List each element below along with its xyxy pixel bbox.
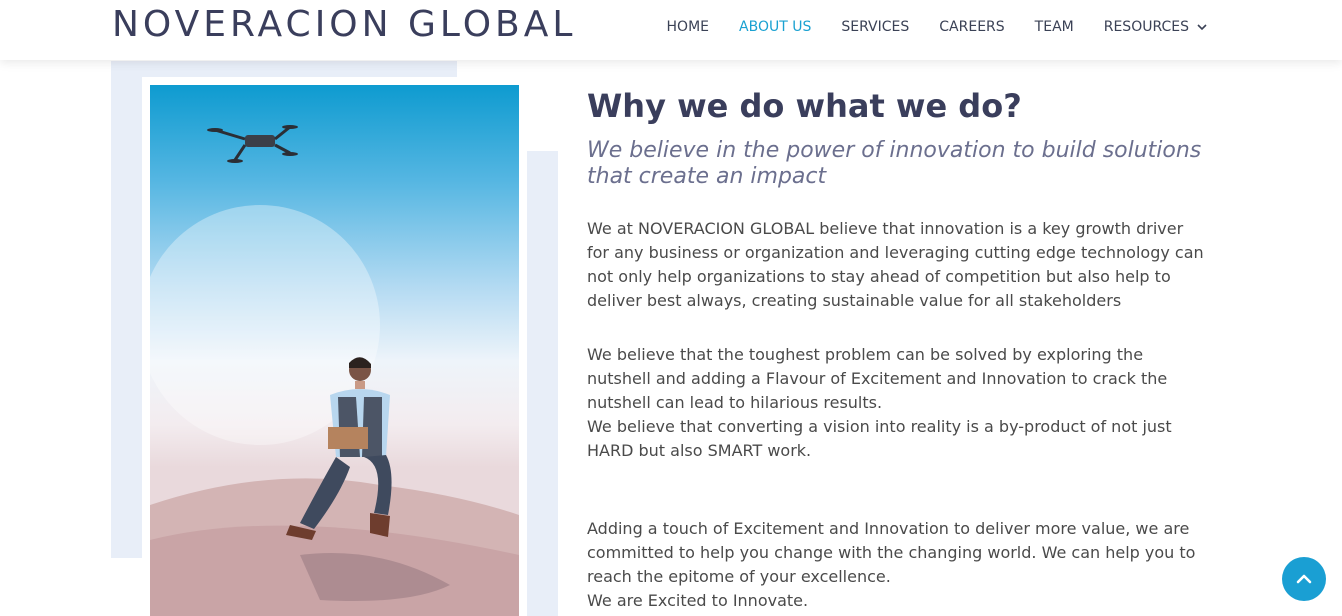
chevron-down-icon: [1197, 24, 1207, 31]
nav-resources[interactable]: RESOURCES: [1104, 19, 1207, 35]
section-title: Why we do what we do?: [587, 87, 1022, 125]
nav-careers[interactable]: CAREERS: [939, 19, 1004, 35]
hero-photo: [150, 85, 519, 616]
decorative-panel-right: [527, 151, 558, 616]
nav-about-us[interactable]: ABOUT US: [739, 19, 811, 35]
drone-icon: [207, 125, 298, 163]
nav-team[interactable]: TEAM: [1035, 19, 1074, 35]
main-nav: HOME ABOUT US SERVICES CAREERS TEAM RESO…: [667, 0, 1207, 54]
site-header: NOVERACION GLOBAL HOME ABOUT US SERVICES…: [0, 0, 1342, 60]
paragraph-3: We believe that converting a vision into…: [587, 417, 1172, 460]
back-to-top-button[interactable]: [1282, 557, 1326, 601]
nav-services[interactable]: SERVICES: [841, 19, 909, 35]
paragraph-4: Adding a touch of Excitement and Innovat…: [587, 519, 1196, 586]
chevron-up-icon: [1296, 574, 1312, 584]
about-content: Why we do what we do? We believe in the …: [587, 86, 1207, 610]
site-logo[interactable]: NOVERACION GLOBAL: [112, 4, 576, 45]
paragraph-5: We are Excited to Innovate.: [587, 591, 809, 610]
paragraph-1: We at NOVERACION GLOBAL believe that inn…: [587, 219, 1204, 310]
nav-resources-label: RESOURCES: [1103, 19, 1189, 35]
nav-home[interactable]: HOME: [667, 19, 709, 35]
paragraph-2: We believe that the toughest problem can…: [587, 345, 1168, 412]
section-subtitle: We believe in the power of innovation to…: [587, 138, 1202, 189]
